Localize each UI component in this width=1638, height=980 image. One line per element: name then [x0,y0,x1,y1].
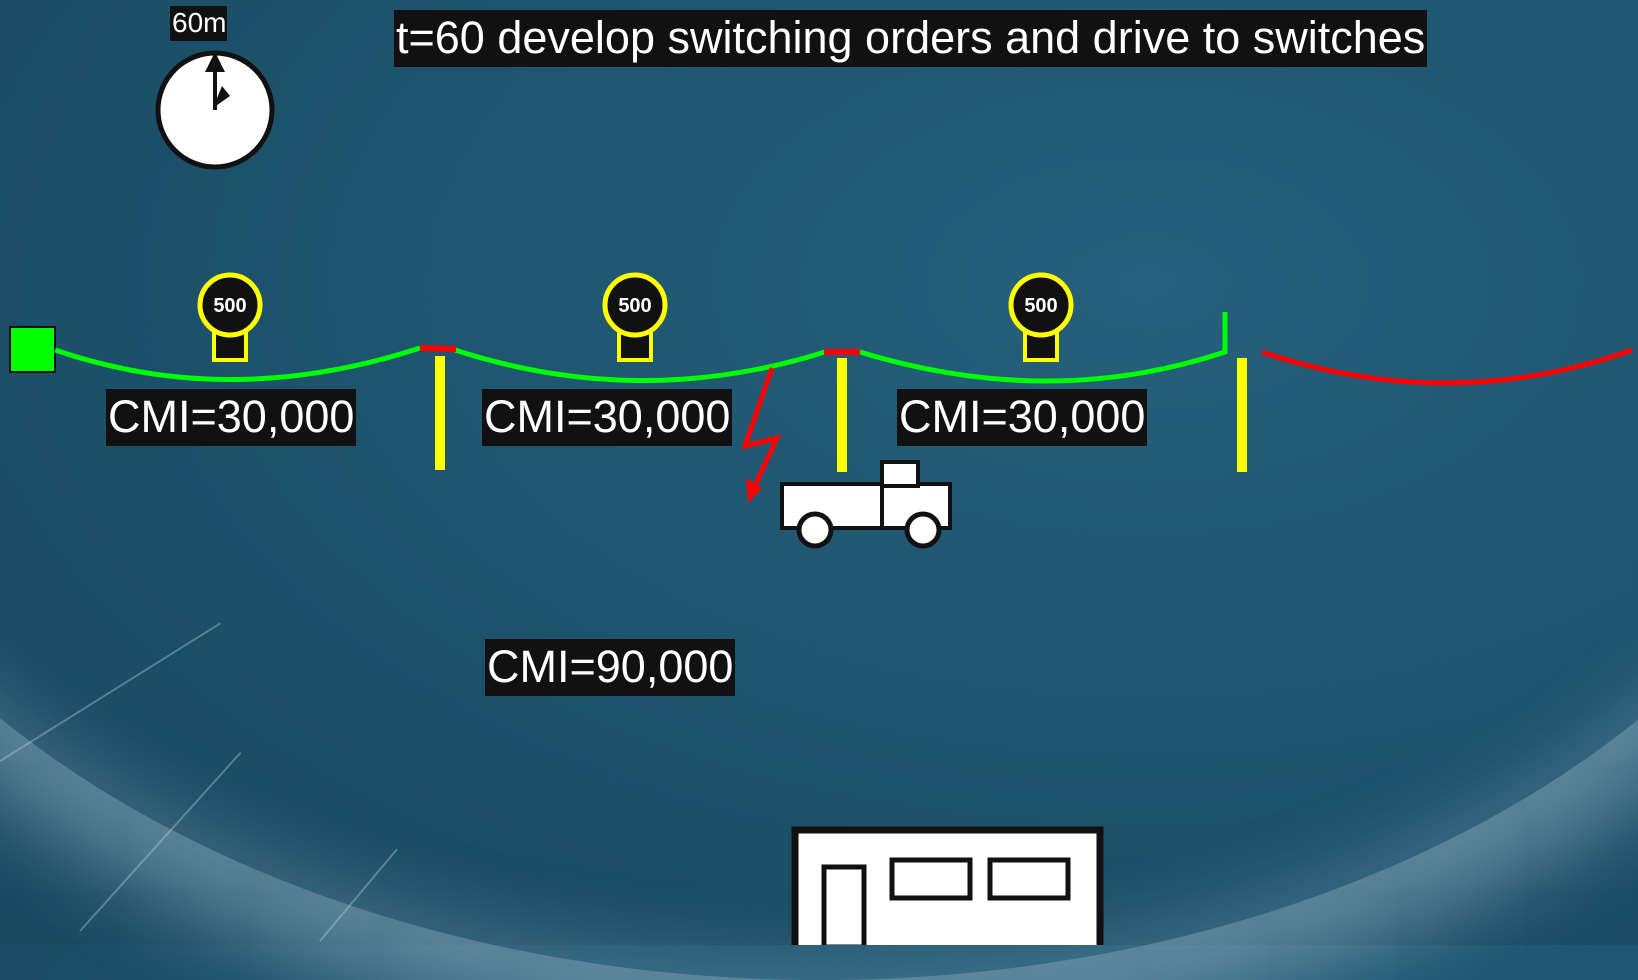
load-value: 500 [213,295,246,317]
load-3[interactable]: 500 [1008,272,1074,362]
load-2[interactable]: 500 [602,272,668,362]
switch-icon[interactable] [837,358,847,472]
building-icon [791,826,1104,945]
truck-icon[interactable] [780,460,952,549]
cmi-total: CMI=90,000 [485,639,736,696]
cmi-section-1: CMI=30,000 [106,389,357,446]
switch-gap-1 [419,345,457,352]
feeder-diagram: 500 500 500 [9,50,1633,945]
fault-icon[interactable] [741,367,782,503]
load-value: 500 [1024,295,1057,317]
load-1[interactable]: 500 [197,272,263,362]
load-value: 500 [618,295,651,317]
clock-label: 60m [170,6,228,41]
switch-icon[interactable] [435,356,445,470]
substation-icon[interactable] [9,326,56,373]
step-title: t=60 develop switching orders and drive … [394,10,1428,67]
cmi-section-3: CMI=30,000 [897,389,1148,446]
switch-icon[interactable] [1237,358,1247,472]
cmi-section-2: CMI=30,000 [482,389,733,446]
clock-icon [155,50,275,170]
line-section-4 [1261,347,1633,386]
